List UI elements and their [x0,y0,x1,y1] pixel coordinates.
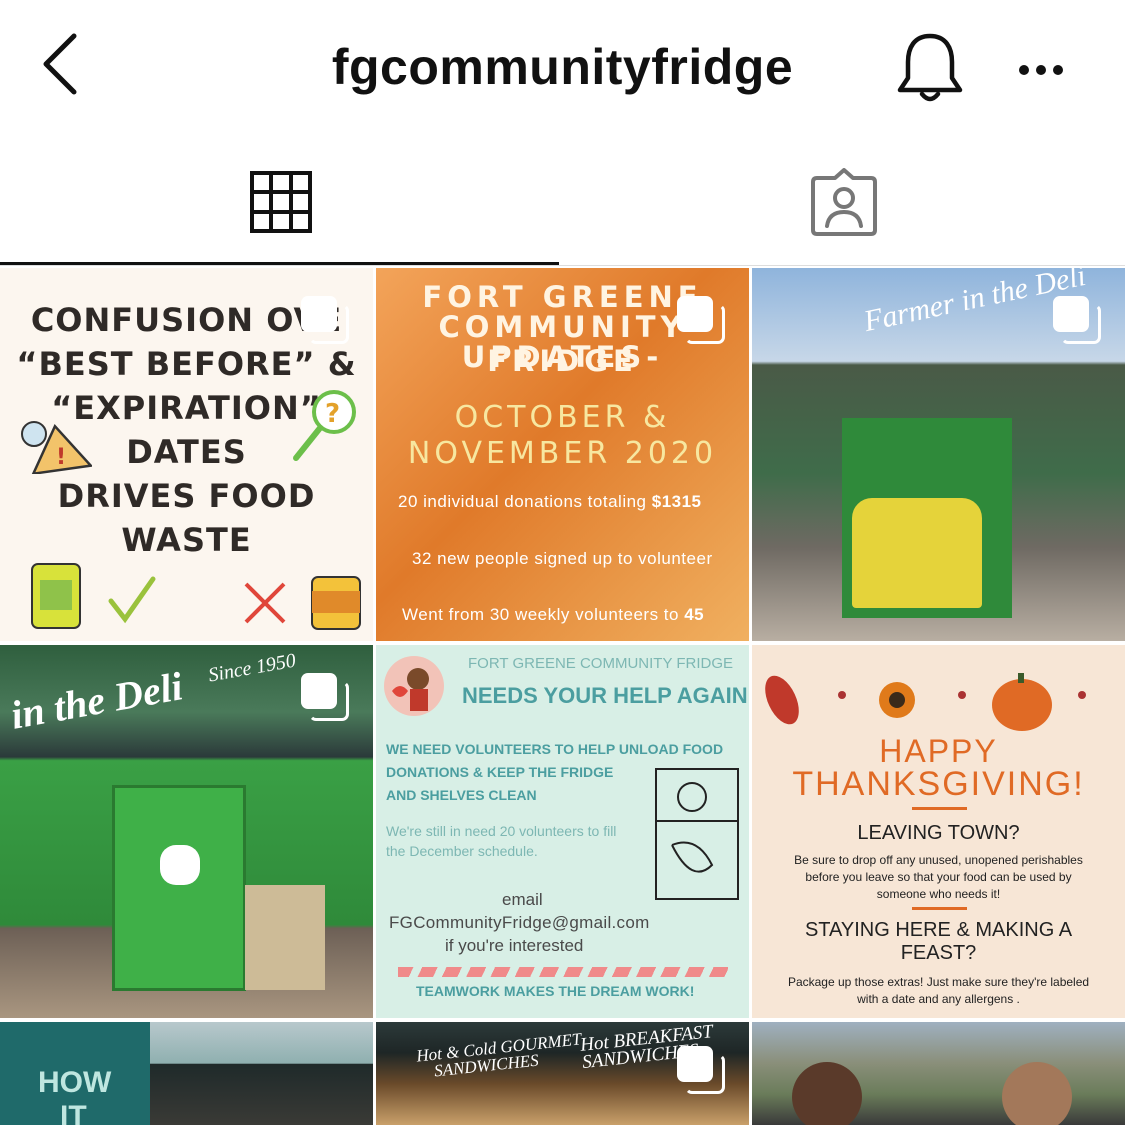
post-subheading: LEAVING TOWN? [857,822,1020,844]
post-footer: TEAMWORK MAKES THE DREAM WORK! [416,983,695,999]
post-best-before[interactable]: CONFUSION OVE “BEST BEFORE” & “EXPIRATIO… [0,268,373,641]
orange-rule [912,807,967,810]
top-bar: fgcommunityfridge [0,0,1125,140]
store-sign: in the Deli [7,663,186,738]
striped-divider [398,967,728,977]
posts-grid: CONFUSION OVE “BEST BEFORE” & “EXPIRATIO… [0,268,1125,1125]
post-body: DONATIONS & KEEP THE FRIDGE [386,764,614,780]
avatar-illustration [384,656,444,716]
post-needs-help[interactable]: FORT GREENE COMMUNITY FRIDGE NEEDS YOUR … [376,645,749,1018]
post-note: the December schedule. [386,843,538,859]
post-email: FGCommunityFridge@gmail.com [389,913,650,932]
post-line: WASTE [121,521,252,559]
post-how-it-works[interactable]: HOW IT [0,1022,373,1125]
magnifier-question-icon: ? [293,390,356,461]
multiple-images-icon [677,1046,725,1094]
harvest-decoration-icon [765,673,1086,731]
tab-divider [0,265,1125,266]
can-pineapple-icon [311,576,361,630]
notifications-button[interactable] [894,28,966,108]
fridge-heart [160,845,200,885]
person-face [1002,1062,1072,1125]
multiple-images-icon [301,673,349,721]
post-email-note: if you're interested [445,936,584,955]
post-fridge-photo[interactable]: in the Deli Since 1950 [0,645,373,1018]
post-body: Be sure to drop off any unused, unopened… [794,853,1083,867]
post-volunteers-photo[interactable]: Farmer in the Deli [752,268,1125,641]
clock-warning-icon: ! [21,421,92,474]
post-thanksgiving[interactable]: HAPPY THANKSGIVING! LEAVING TOWN? Be sur… [752,645,1125,1018]
post-body: Package up those extras! Just make sure … [787,975,1090,989]
shelf [245,885,325,990]
post-heading: UPDATES- [461,340,664,374]
profile-tabs [0,140,1125,268]
person-yellow-vest [852,498,982,608]
post-date: OCTOBER & [454,400,671,435]
post-date: NOVEMBER 2020 [407,436,718,471]
post-body: someone who needs it! [876,887,1001,901]
post-note: We're still in need 20 volunteers to fil… [386,823,617,839]
post-org: FORT GREENE COMMUNITY FRIDGE [468,655,734,672]
svg-text:!: ! [56,445,66,470]
post-body: WE NEED VOLUNTEERS TO HELP UNLOAD FOOD [386,741,724,757]
post-body: with a date and any allergens . [857,992,1020,1006]
multiple-images-icon [1053,296,1101,344]
post-email-label: email [502,890,543,909]
post-stat-weekly: Went from 30 weekly volunteers to 45 [402,605,705,624]
tagged-person-icon [811,168,877,236]
post-text: HOW [38,1066,112,1099]
post-heading: THANKSGIVING! [792,765,1085,803]
svg-text:?: ? [325,399,340,429]
can-peas-icon [31,563,81,629]
post-text: IT [60,1100,87,1125]
post-line: “BEST BEFORE” & [16,345,357,383]
post-subheading: STAYING HERE & MAKING A [804,919,1073,941]
multiple-images-icon [301,296,349,344]
tab-tagged[interactable] [563,140,1125,266]
checkmark-icon [108,576,156,624]
green-fridge [112,785,246,991]
store-sign-since: Since 1950 [206,649,298,687]
grid-icon [250,171,312,233]
post-sandwich-sign[interactable]: Hot & Cold GOURMET SANDWICHES Hot BREAKF… [376,1022,749,1125]
post-subheading: FEAST? [900,942,977,964]
multiple-images-icon [677,296,725,344]
person-face [792,1062,862,1125]
more-options-button[interactable] [1012,52,1072,88]
post-headline: NEEDS YOUR HELP AGAIN [462,683,748,708]
post-fridge-updates[interactable]: FORT GREENE COMMUNITY FRIDGE UPDATES- OC… [376,268,749,641]
tab-grid[interactable] [0,140,562,266]
orange-rule [912,907,967,910]
post-people-photo[interactable] [752,1022,1125,1125]
more-horizontal-icon [1019,65,1063,75]
post-stat-donations: 20 individual donations totaling $1315 [398,492,702,511]
post-line: DRIVES FOOD [57,477,316,515]
fridge-sketch-icon [655,768,739,900]
cross-icon [244,582,286,624]
post-body: before you leave so that your food can b… [805,870,1072,884]
post-stat-volunteers: 32 new people signed up to volunteer [412,549,713,568]
post-body: AND SHELVES CLEAN [386,787,537,803]
bell-icon [897,33,963,102]
